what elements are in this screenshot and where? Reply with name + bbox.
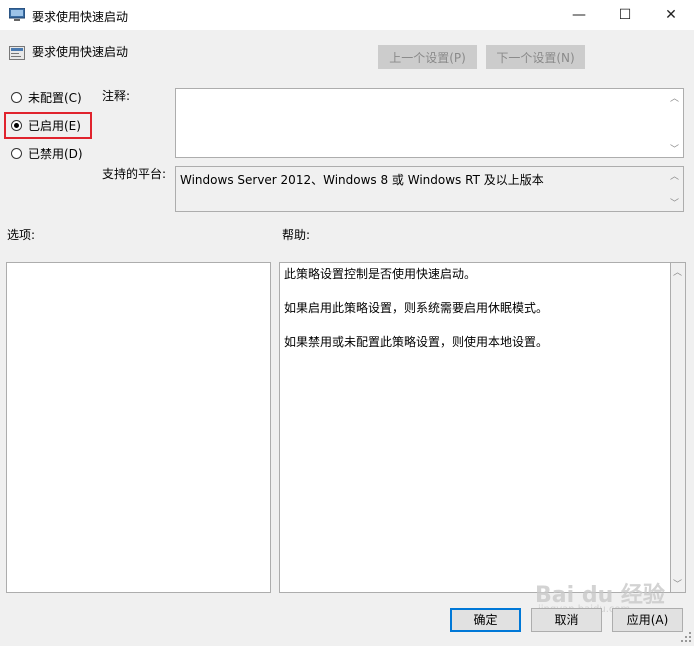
- setting-title: 要求使用快速启动: [32, 45, 129, 59]
- scroll-up-icon[interactable]: ︿: [670, 169, 679, 182]
- close-button[interactable]: ✕: [648, 0, 694, 30]
- help-scrollbar[interactable]: ︿ ﹀: [671, 262, 686, 593]
- platform-label: 支持的平台:: [102, 167, 167, 181]
- radio-circle[interactable]: [11, 92, 22, 103]
- window-title: 要求使用快速启动: [32, 10, 129, 24]
- radio-label: 未配置(C): [28, 91, 82, 105]
- help-label: 帮助:: [282, 228, 311, 242]
- platform-scrollbar[interactable]: ︿ ﹀: [667, 167, 683, 211]
- policy-icon: [8, 7, 26, 22]
- ok-button[interactable]: 确定: [450, 608, 521, 632]
- help-text-line: 如果禁用或未配置此策略设置，则使用本地设置。: [284, 335, 549, 349]
- scroll-down-icon[interactable]: ﹀: [670, 142, 679, 155]
- minimize-button[interactable]: —: [556, 0, 602, 30]
- maximize-button[interactable]: ☐: [602, 0, 648, 30]
- options-label: 选项:: [7, 228, 36, 242]
- help-text-line: 此策略设置控制是否使用快速启动。: [284, 267, 477, 281]
- radio-not-configured[interactable]: 未配置(C): [11, 89, 101, 107]
- scroll-up-icon[interactable]: ︿: [673, 265, 682, 278]
- highlight-annotation: [4, 112, 92, 139]
- platform-value: Windows Server 2012、Windows 8 或 Windows …: [180, 173, 544, 187]
- resize-grip-icon[interactable]: [680, 631, 692, 643]
- options-panel[interactable]: [6, 262, 271, 593]
- radio-disabled[interactable]: 已禁用(D): [11, 145, 101, 163]
- scroll-up-icon[interactable]: ︿: [670, 91, 679, 104]
- comment-scrollbar[interactable]: ︿ ﹀: [667, 89, 683, 157]
- scroll-down-icon[interactable]: ﹀: [673, 577, 682, 590]
- cancel-button[interactable]: 取消: [531, 608, 602, 632]
- help-text-line: 如果启用此策略设置，则系统需要启用休眠模式。: [284, 301, 549, 315]
- previous-setting-button[interactable]: 上一个设置(P): [378, 45, 477, 69]
- setting-icon: [9, 46, 25, 60]
- help-panel[interactable]: 此策略设置控制是否使用快速启动。 如果启用此策略设置，则系统需要启用休眠模式。 …: [279, 262, 671, 593]
- scroll-down-icon[interactable]: ﹀: [670, 196, 679, 209]
- comment-label: 注释:: [102, 89, 131, 103]
- radio-circle[interactable]: [11, 148, 22, 159]
- radio-label: 已禁用(D): [28, 147, 83, 161]
- next-setting-button[interactable]: 下一个设置(N): [486, 45, 585, 69]
- apply-button[interactable]: 应用(A): [612, 608, 683, 632]
- comment-textarea[interactable]: ︿ ﹀: [175, 88, 684, 158]
